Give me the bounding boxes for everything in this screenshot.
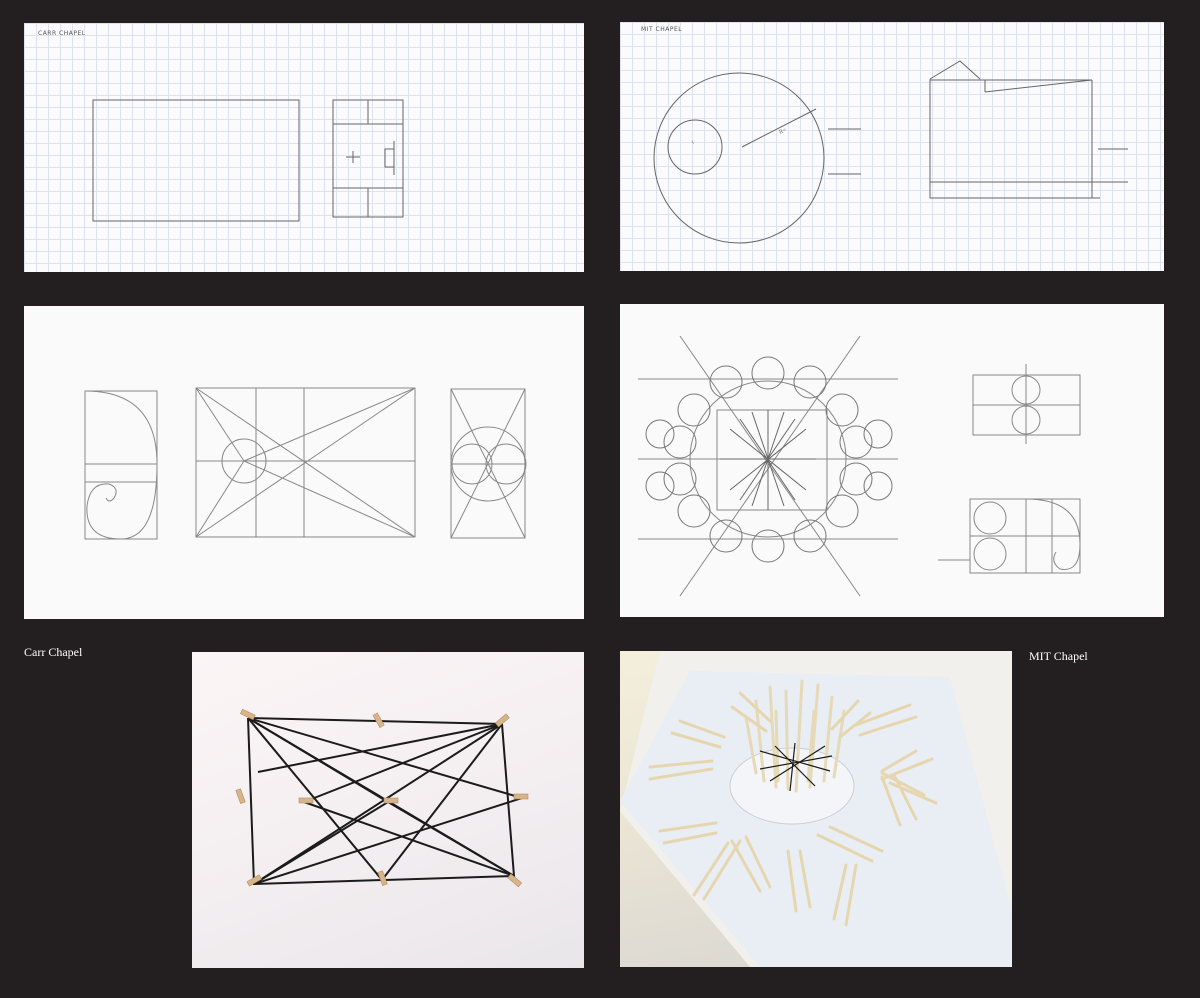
mit-geometry-study	[620, 304, 1164, 617]
carr-geometry-drawing	[84, 387, 527, 540]
carr-geometry-study	[24, 306, 584, 619]
mit-radius-text: R=	[778, 127, 788, 136]
carr-chapel-grid-sketch: CARR CHAPEL	[24, 23, 584, 272]
carr-chapel-caption: Carr Chapel	[24, 645, 83, 659]
mit-geometry-drawing	[638, 335, 1081, 597]
mit-plan-drawing: R= r	[653, 60, 1128, 244]
mit-chapel-caption: MIT Chapel	[1029, 649, 1088, 663]
mit-chapel-grid-sketch: MIT CHAPEL R= r	[620, 22, 1164, 271]
carr-chapel-model-photo	[192, 652, 584, 968]
carr-string-model	[235, 708, 529, 888]
mit-small-radius-text: r	[690, 140, 695, 146]
mit-chapel-model-photo	[620, 651, 1012, 967]
mit-stick-model	[620, 651, 1012, 967]
carr-plan-drawing	[92, 99, 404, 222]
